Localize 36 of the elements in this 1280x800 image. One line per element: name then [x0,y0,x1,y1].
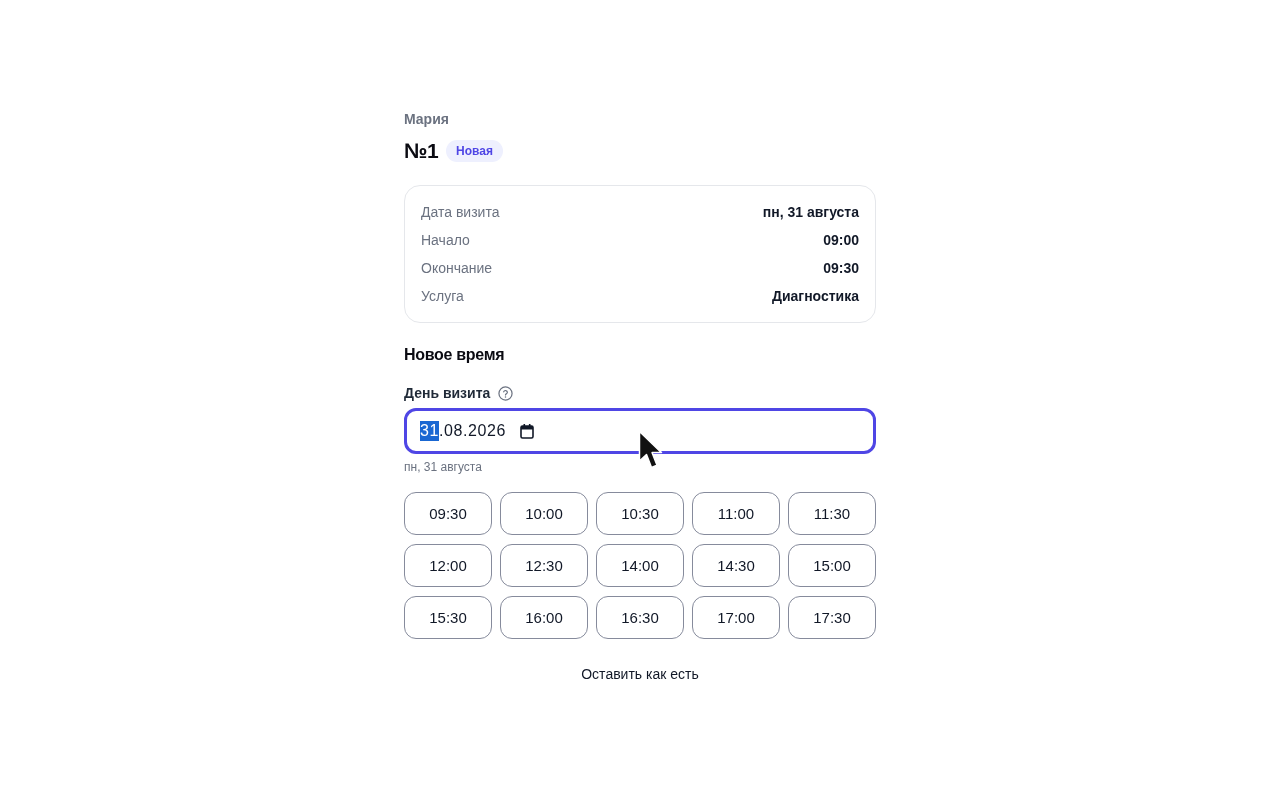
detail-label: Дата визита [421,204,500,220]
time-slot-button[interactable]: 15:30 [404,596,492,639]
detail-label: Окончание [421,260,493,276]
time-slot-button[interactable]: 10:30 [596,492,684,535]
time-slot-button[interactable]: 14:00 [596,544,684,587]
detail-value: 09:00 [823,232,859,248]
detail-value: Диагностика [771,288,859,304]
date-segment[interactable]: .08.2026 [439,421,507,441]
status-badge: Новая [446,140,503,162]
keep-button[interactable]: Оставить как есть [569,656,711,692]
time-slot-button[interactable]: 14:30 [692,544,780,587]
client-name: Мария [404,110,450,129]
time-slot-button[interactable]: 12:00 [404,544,492,587]
detail-label: Услуга [421,288,464,304]
time-slot-button[interactable]: 11:30 [788,492,876,535]
detail-label: Начало [421,232,470,248]
help-icon[interactable] [498,385,514,401]
time-slot-button[interactable]: 16:00 [500,596,588,639]
detail-value: пн, 31 августа [762,204,859,220]
time-slot-button[interactable]: 12:30 [500,544,588,587]
cursor-icon [638,430,664,470]
time-slot-button[interactable]: 11:00 [692,492,780,535]
detail-value: 09:30 [823,260,859,276]
time-slot-button[interactable]: 15:00 [788,544,876,587]
calendar-icon[interactable] [520,423,535,439]
date-hint: пн, 31 августа [404,459,483,475]
time-slot-button[interactable]: 17:00 [692,596,780,639]
appointment-number: №1 [404,139,439,163]
field-label: День визита [404,385,491,401]
time-slot-button[interactable]: 16:30 [596,596,684,639]
time-slot-button[interactable]: 10:00 [500,492,588,535]
section-title: Новое время [404,345,506,365]
date-field[interactable]: 31.08.2026 [404,408,876,454]
date-segment[interactable]: 31 [420,421,439,441]
time-slot-button[interactable]: 17:30 [788,596,876,639]
time-slot-button[interactable]: 09:30 [404,492,492,535]
